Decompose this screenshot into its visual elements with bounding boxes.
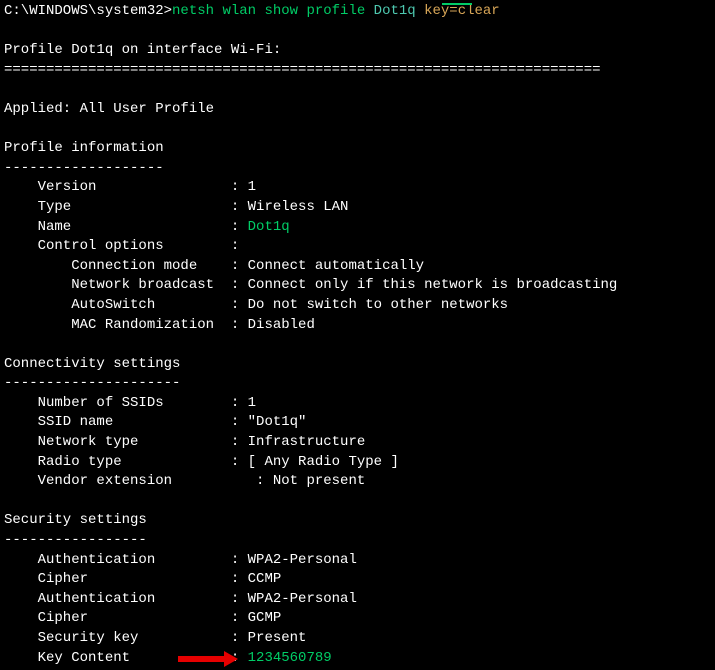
row-cipher-2: Cipher : GCMP (4, 609, 711, 629)
section-title-connectivity: Connectivity settings (4, 355, 711, 375)
command-text: netsh wlan show profile (172, 3, 365, 19)
row-num-ssids: Number of SSIDs : 1 (4, 394, 711, 414)
command-arg-key: key=clear (424, 3, 500, 19)
section-title-profile-info: Profile information (4, 139, 711, 159)
header-divider: ========================================… (4, 61, 711, 81)
profile-header: Profile Dot1q on interface Wi-Fi: (4, 41, 711, 61)
key-content-value: 1234560789 (248, 650, 332, 666)
section-title-security: Security settings (4, 511, 711, 531)
command-line: C:\WINDOWS\system32>netsh wlan show prof… (4, 2, 711, 22)
row-authentication: Authentication : WPA2-Personal (4, 551, 711, 571)
row-control-options: Control options : (4, 237, 711, 257)
section-dash: --------------------- (4, 374, 711, 394)
terminal-output: C:\WINDOWS\system32>netsh wlan show prof… (4, 2, 711, 668)
row-ssid-name: SSID name : "Dot1q" (4, 413, 711, 433)
section-dash: ------------------- (4, 159, 711, 179)
row-type: Type : Wireless LAN (4, 198, 711, 218)
row-authentication-2: Authentication : WPA2-Personal (4, 590, 711, 610)
cursor-highlight (442, 3, 472, 5)
row-network-broadcast: Network broadcast : Connect only if this… (4, 276, 711, 296)
command-arg-profile: Dot1q (374, 3, 416, 19)
row-name: Name : Dot1q (4, 218, 711, 238)
row-radio-type: Radio type : [ Any Radio Type ] (4, 453, 711, 473)
prompt-path: C:\WINDOWS\system32> (4, 3, 172, 19)
row-connection-mode: Connection mode : Connect automatically (4, 257, 711, 277)
row-autoswitch: AutoSwitch : Do not switch to other netw… (4, 296, 711, 316)
row-key-content: Key Content : 1234560789 (4, 649, 711, 669)
row-version: Version : 1 (4, 178, 711, 198)
row-network-type: Network type : Infrastructure (4, 433, 711, 453)
applied-line: Applied: All User Profile (4, 100, 711, 120)
arrow-icon (178, 651, 238, 670)
row-security-key: Security key : Present (4, 629, 711, 649)
row-cipher: Cipher : CCMP (4, 570, 711, 590)
row-vendor-extension: Vendor extension : Not present (4, 472, 711, 492)
section-dash: ----------------- (4, 531, 711, 551)
row-mac-randomization: MAC Randomization : Disabled (4, 316, 711, 336)
